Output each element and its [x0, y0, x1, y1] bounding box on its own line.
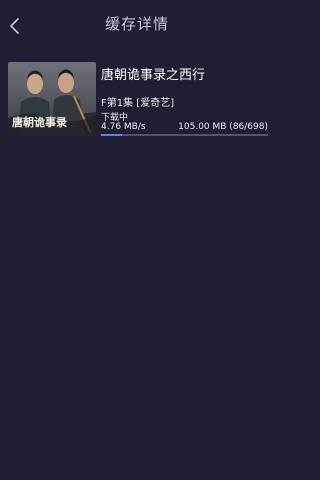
download-info: 唐朝诡事录之西行 F第1集 [爱奇艺] 下载中 4.76 MB/s 105.00… — [101, 62, 268, 136]
download-speed: 4.76 MB/s — [101, 122, 146, 132]
progress-bar-fill — [101, 134, 122, 136]
header-bar: 缓存详情 — [0, 0, 274, 52]
thumbnail-title-text: 唐朝诡事录 — [12, 116, 67, 129]
progress-bar — [101, 134, 268, 136]
episode-label: F第1集 [爱奇艺] — [101, 98, 175, 109]
download-item[interactable]: 唐朝诡事录 唐朝诡事录之西行 F第1集 [爱奇艺] 下载中 4.76 MB/s … — [8, 62, 268, 136]
page-title: 缓存详情 — [104, 15, 169, 33]
video-title: 唐朝诡事录之西行 — [101, 68, 206, 83]
download-progress-text: 105.00 MB (86/698) — [178, 122, 268, 132]
video-thumbnail[interactable]: 唐朝诡事录 — [8, 62, 96, 136]
